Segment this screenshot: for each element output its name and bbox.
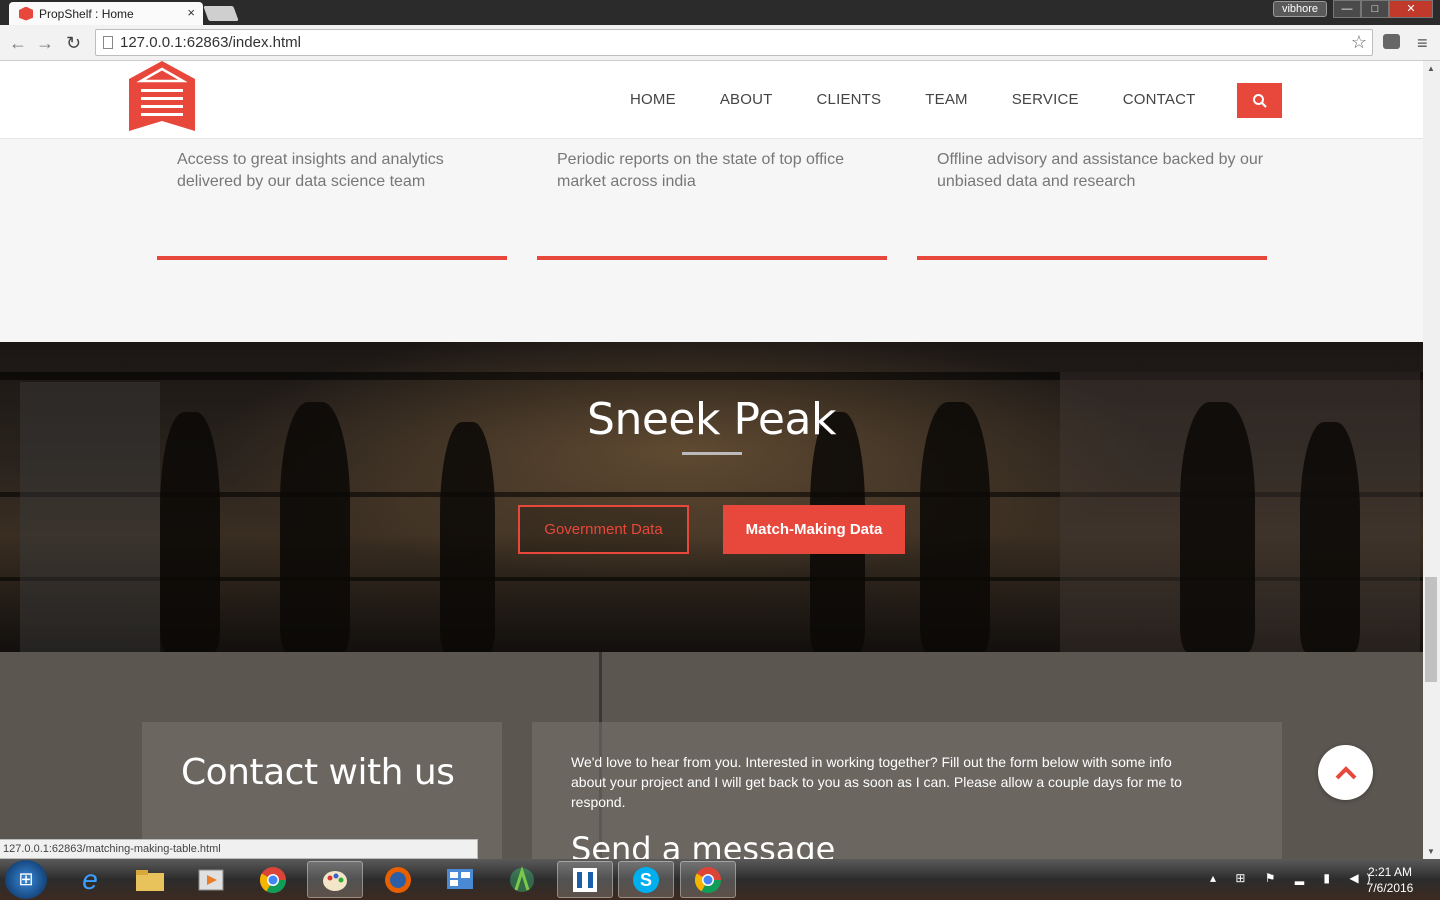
tab-close-icon[interactable]: × xyxy=(187,5,195,20)
browser-titlebar: PropShelf : Home × vibhore — □ ✕ xyxy=(0,0,1440,25)
send-message-title: Send a message xyxy=(571,830,836,859)
start-button[interactable]: ⊞ xyxy=(5,860,47,899)
clock-date: 7/6/2016 xyxy=(1366,881,1414,895)
windows-taskbar: ⊞ e S ▴ ⊞ ⚑ ▂ ▮ ◀) 2:21 AM 7/6/2016 xyxy=(0,859,1440,900)
minimize-button[interactable]: — xyxy=(1333,0,1361,18)
svg-text:S: S xyxy=(640,870,652,890)
page-icon xyxy=(103,36,113,49)
search-icon xyxy=(1252,93,1267,108)
scroll-down-arrow-icon[interactable]: ▼ xyxy=(1427,847,1435,856)
silhouette-figure xyxy=(160,412,220,652)
browser-tab[interactable]: PropShelf : Home × xyxy=(9,2,203,25)
chrome-icon[interactable] xyxy=(245,861,301,898)
propshelf-logo-icon[interactable] xyxy=(127,61,197,139)
nav-about[interactable]: ABOUT xyxy=(720,91,773,108)
android-studio-icon[interactable] xyxy=(494,861,550,898)
contact-intro: We'd love to hear from you. Interested i… xyxy=(571,754,1182,810)
title-underline xyxy=(682,452,742,455)
search-button[interactable] xyxy=(1237,83,1282,118)
forward-arrow-icon[interactable]: → xyxy=(36,33,54,54)
browser-menu-icon[interactable]: ≡ xyxy=(1417,33,1428,54)
feature-divider xyxy=(157,256,507,260)
bookmark-star-icon[interactable]: ☆ xyxy=(1351,30,1367,55)
window-controls: — □ ✕ xyxy=(1333,0,1433,18)
feature-divider xyxy=(917,256,1267,260)
paint-icon[interactable] xyxy=(307,861,363,898)
silhouette-figure xyxy=(440,422,495,652)
chevron-up-icon xyxy=(1335,765,1356,779)
file-explorer-icon[interactable] xyxy=(122,861,178,898)
propshelf-favicon-icon xyxy=(19,6,33,21)
sneak-peak-title: Sneek Peak xyxy=(587,394,836,445)
maximize-button[interactable]: □ xyxy=(1361,0,1389,18)
chrome-active-icon[interactable] xyxy=(680,861,736,898)
scroll-to-top-button[interactable] xyxy=(1318,745,1373,800)
feature-divider xyxy=(537,256,887,260)
control-panel-icon[interactable] xyxy=(432,861,488,898)
back-arrow-icon[interactable]: ← xyxy=(9,33,27,54)
scroll-up-arrow-icon[interactable]: ▲ xyxy=(1427,64,1435,73)
scrollbar-thumb[interactable] xyxy=(1425,577,1437,682)
extension-icon[interactable] xyxy=(1383,34,1400,49)
contact-title: Contact with us xyxy=(181,752,455,793)
internet-explorer-icon[interactable]: e xyxy=(62,861,118,898)
profile-badge[interactable]: vibhore xyxy=(1273,1,1327,17)
contact-form-panel: We'd love to hear from you. Interested i… xyxy=(532,722,1282,859)
site-header: HOME ABOUT CLIENTS TEAM SERVICE CONTACT xyxy=(0,61,1423,139)
sneak-peak-section: Sneek Peak Government Data Match-Making … xyxy=(0,342,1423,652)
browser-toolbar: ← → ↻ 127.0.0.1:62863/index.html ☆ ≡ xyxy=(0,25,1440,61)
feature-text: Offline advisory and assistance backed b… xyxy=(937,151,1264,190)
link-status-bar: 127.0.0.1:62863/matching-making-table.ht… xyxy=(0,839,478,859)
firefox-icon[interactable] xyxy=(370,861,426,898)
page-scrollbar[interactable]: ▲ ▼ xyxy=(1423,61,1440,859)
nav-service[interactable]: SERVICE xyxy=(1012,91,1079,108)
feature-reports: Periodic reports on the state of top off… xyxy=(537,149,887,260)
visual-studio-icon[interactable] xyxy=(557,861,613,898)
nav-home[interactable]: HOME xyxy=(630,91,676,108)
contact-section: Contact with us We'd love to hear from y… xyxy=(0,652,1423,859)
nav-contact[interactable]: CONTACT xyxy=(1123,91,1196,108)
government-data-button[interactable]: Government Data xyxy=(518,505,689,554)
nav-team[interactable]: TEAM xyxy=(925,91,967,108)
address-url: 127.0.0.1:62863/index.html xyxy=(120,34,301,51)
new-tab-button[interactable] xyxy=(203,6,239,21)
page-viewport: HOME ABOUT CLIENTS TEAM SERVICE CONTACT … xyxy=(0,61,1423,859)
main-nav: HOME ABOUT CLIENTS TEAM SERVICE CONTACT xyxy=(630,91,1240,108)
clock-time: 2:21 AM xyxy=(1367,865,1413,879)
tab-title: PropShelf : Home xyxy=(39,6,134,21)
features-section: Access to great insights and analytics d… xyxy=(0,139,1423,342)
feature-insights: Access to great insights and analytics d… xyxy=(157,149,507,260)
media-player-icon[interactable] xyxy=(183,861,239,898)
nav-clients[interactable]: CLIENTS xyxy=(817,91,882,108)
feature-advisory: Offline advisory and assistance backed b… xyxy=(917,149,1267,260)
feature-text: Periodic reports on the state of top off… xyxy=(557,151,844,190)
match-making-data-button[interactable]: Match-Making Data xyxy=(723,505,905,554)
feature-text: Access to great insights and analytics d… xyxy=(177,151,444,190)
taskbar-clock[interactable]: 2:21 AM 7/6/2016 xyxy=(1352,864,1428,896)
close-window-button[interactable]: ✕ xyxy=(1389,0,1433,18)
address-bar[interactable]: 127.0.0.1:62863/index.html ☆ xyxy=(95,29,1373,56)
reload-icon[interactable]: ↻ xyxy=(66,33,81,54)
skype-icon[interactable]: S xyxy=(618,861,674,898)
silhouette-figure xyxy=(1300,422,1360,652)
